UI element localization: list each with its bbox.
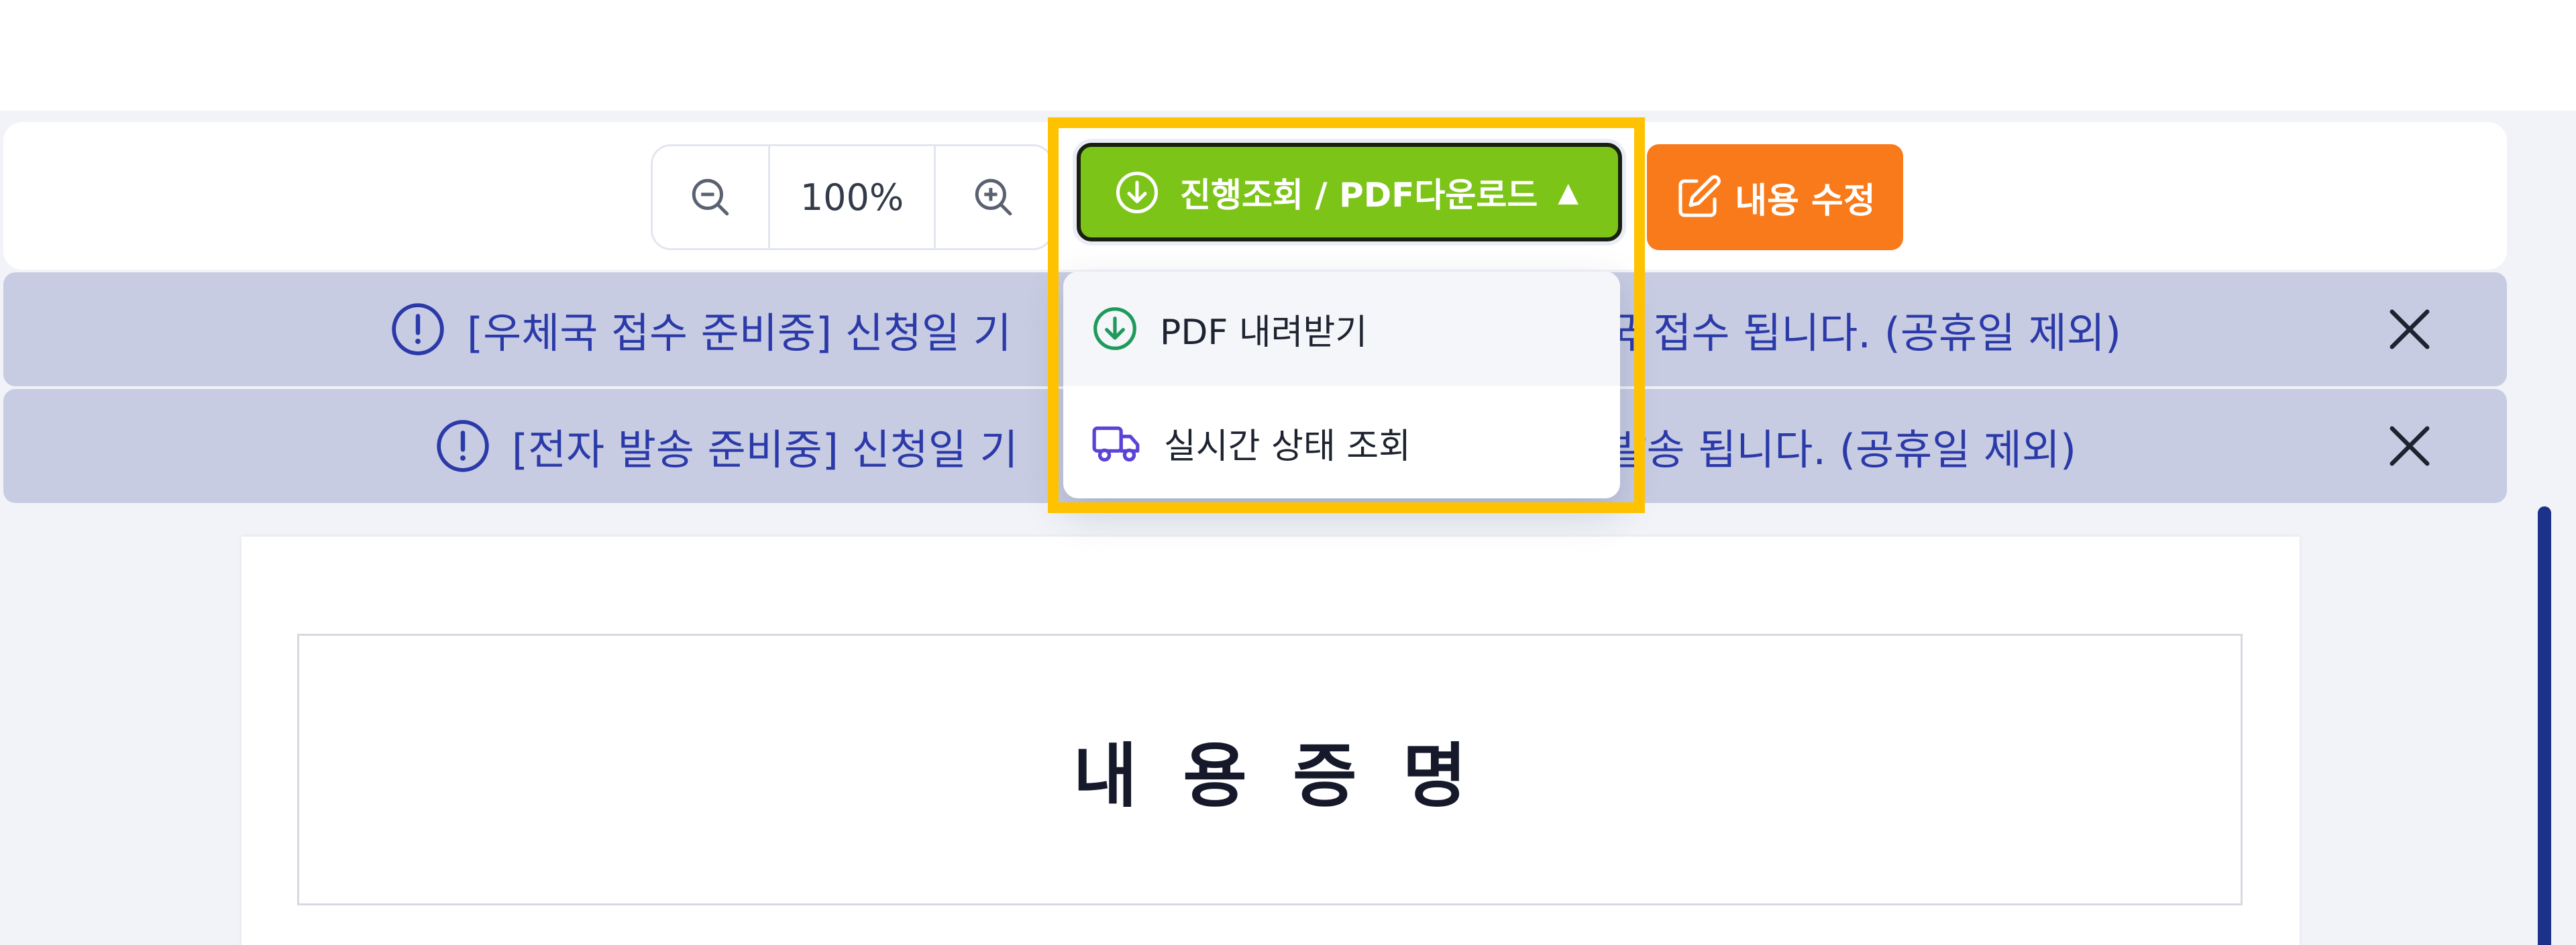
document-title: 내용증명	[1073, 735, 1513, 817]
alert-text-left: [우체국 접수 준비중] 신청일 기	[466, 309, 1012, 357]
edit-content-label: 내용 수정	[1735, 180, 1876, 221]
alert-text-left: [전자 발송 준비중] 신청일 기	[511, 425, 1018, 474]
page: 100% 진행조회 / PDF다운로드 ▲ 내용 수정 [우체국 접수 준비중]…	[0, 0, 2576, 945]
alert-icon	[437, 420, 489, 472]
alert-icon	[392, 303, 444, 355]
zoom-level: 100%	[768, 146, 936, 248]
zoom-in-icon	[975, 178, 1012, 216]
close-icon[interactable]	[2386, 306, 2433, 353]
zoom-control: 100%	[651, 144, 1053, 250]
alert-text-right: 국 접수 됩니다. (공휴일 제외)	[1601, 309, 2122, 357]
highlight-box	[1048, 117, 1645, 513]
zoom-out-icon	[692, 178, 729, 216]
alert-text-right: 발송 됩니다. (공휴일 제외)	[1608, 425, 2077, 474]
zoom-out-button[interactable]	[653, 146, 768, 248]
edit-content-button[interactable]: 내용 수정	[1647, 144, 1903, 250]
edit-icon	[1678, 175, 1721, 217]
document-title-box: 내용증명	[297, 634, 2243, 905]
scrollbar-thumb[interactable]	[2538, 506, 2551, 945]
close-icon[interactable]	[2386, 423, 2433, 469]
zoom-in-button[interactable]	[936, 146, 1051, 248]
